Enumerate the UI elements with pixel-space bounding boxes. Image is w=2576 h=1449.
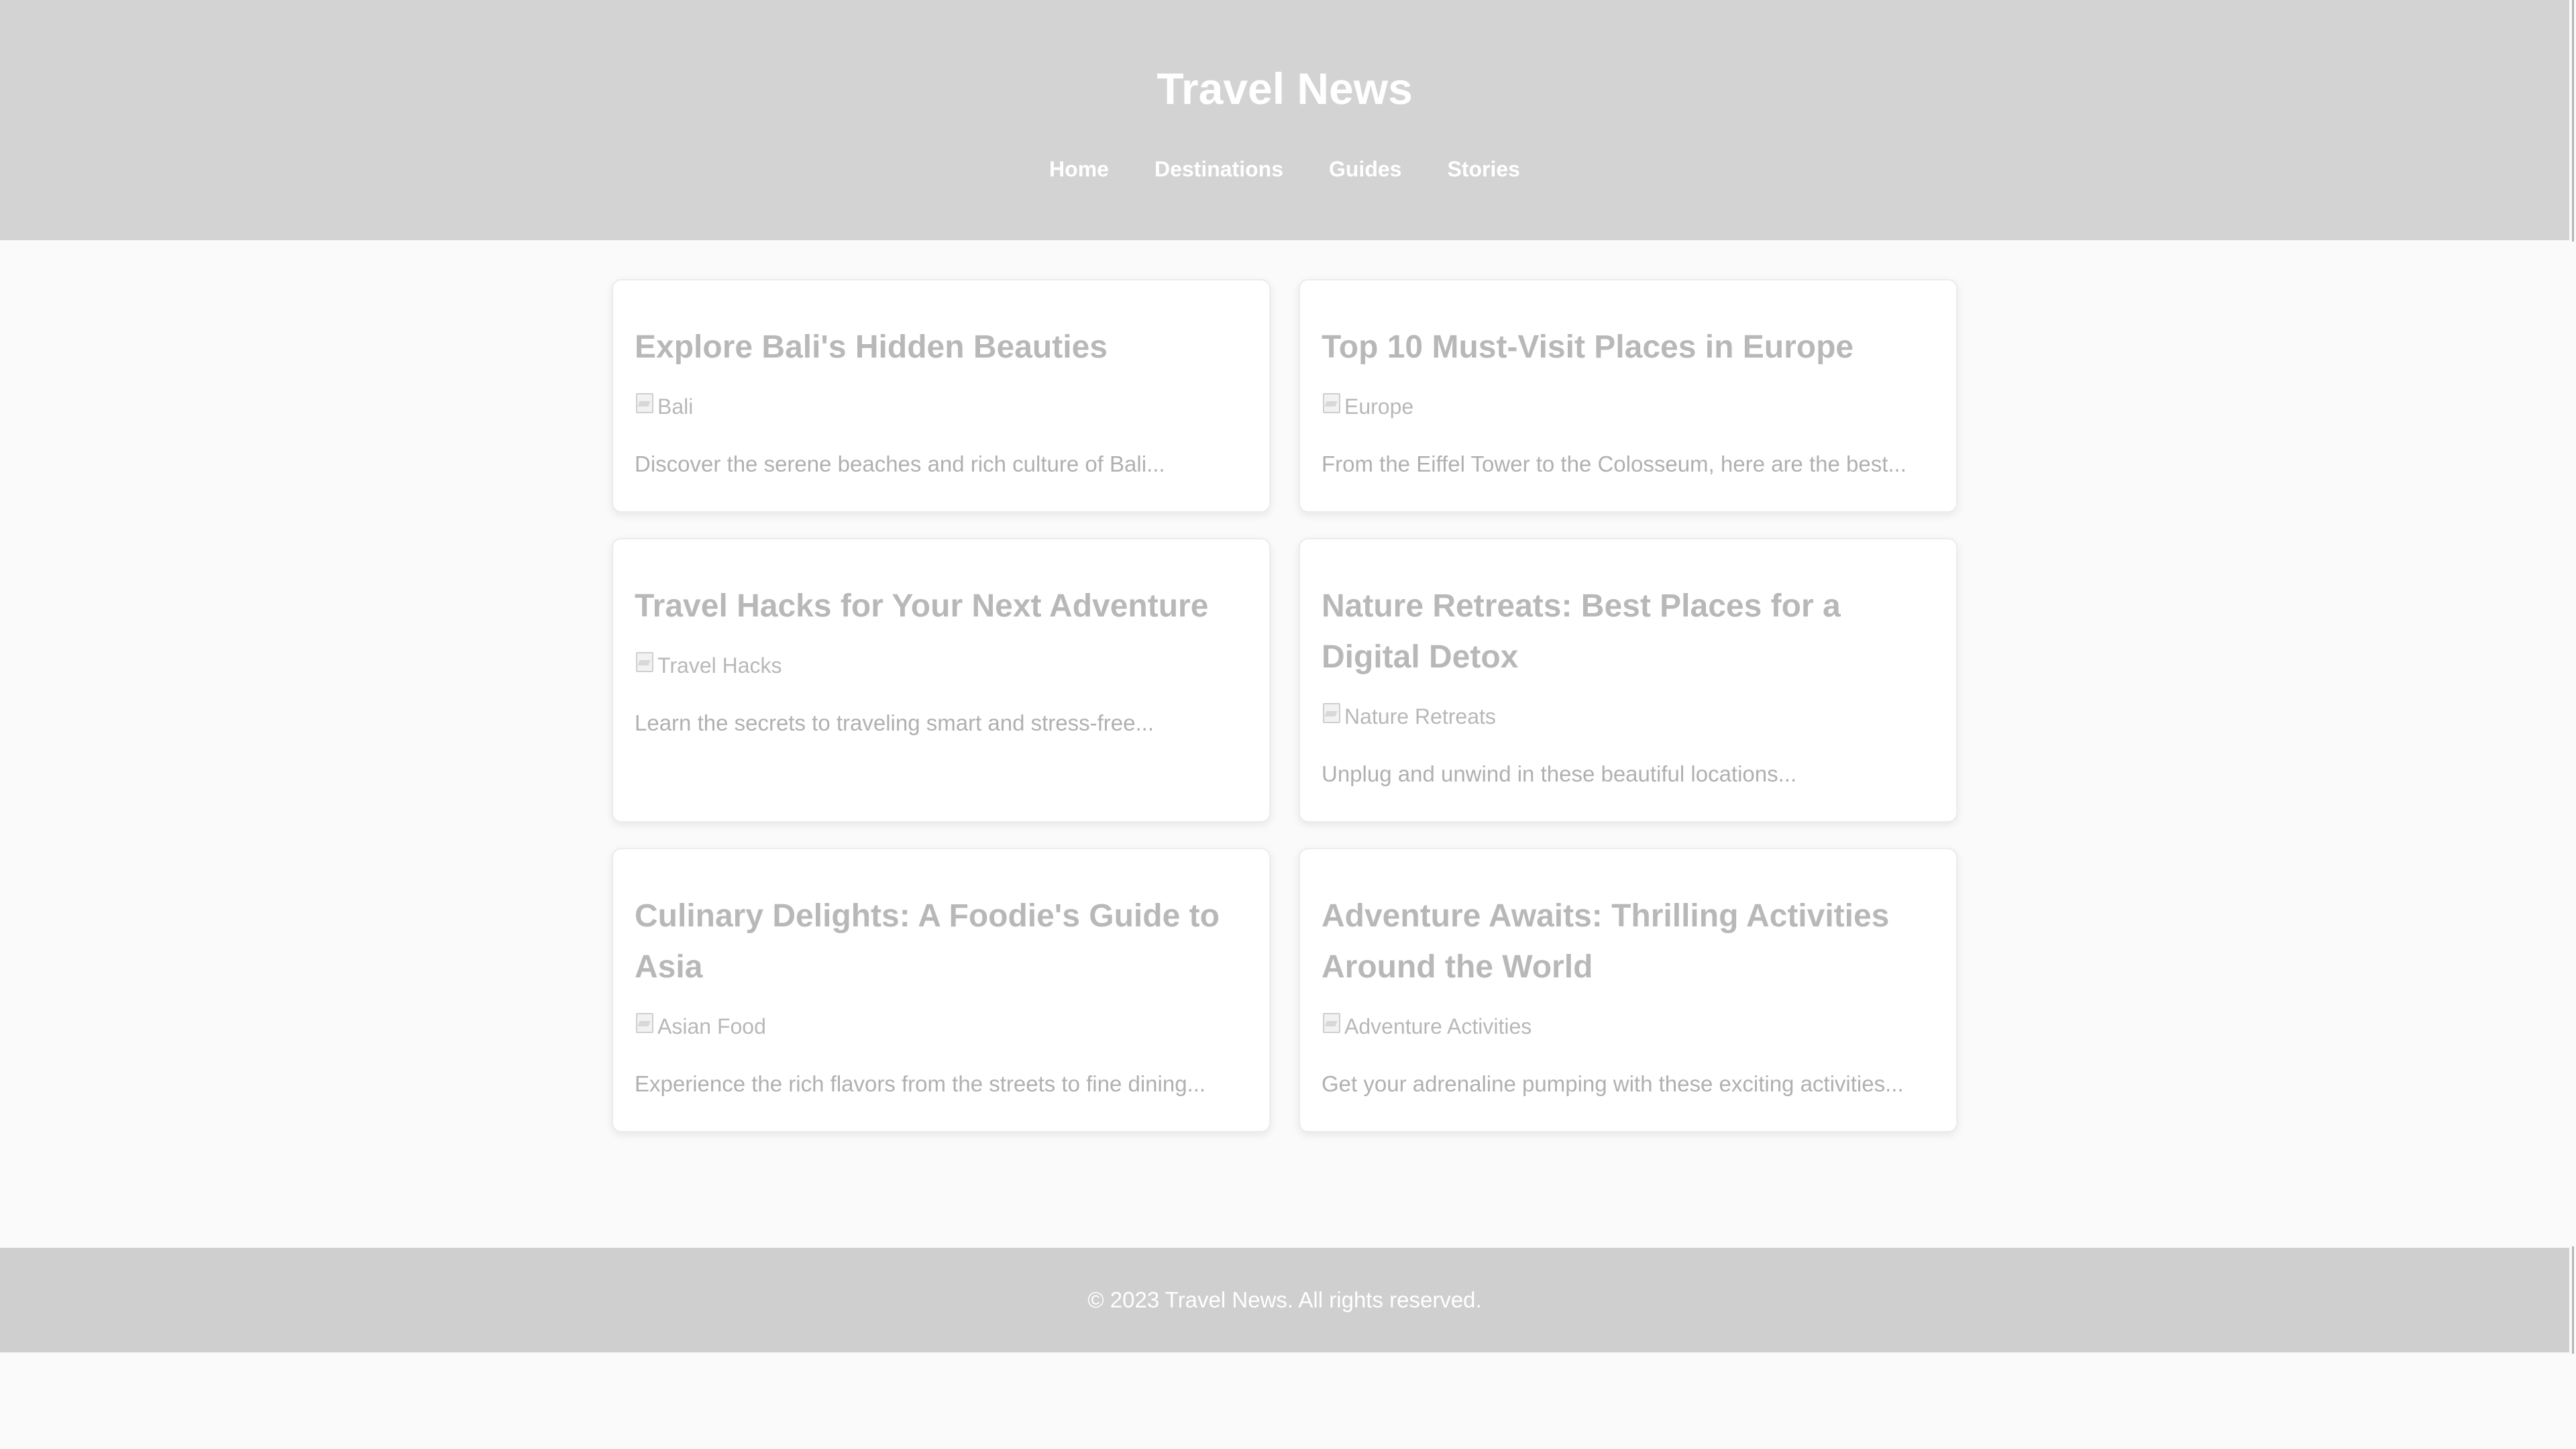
image-alt-text: Nature Retreats	[1344, 704, 1496, 729]
image-alt-text: Adventure Activities	[1344, 1014, 1532, 1038]
article-excerpt: Experience the rich flavors from the str…	[635, 1071, 1206, 1096]
article-image: Europe	[1322, 392, 1935, 421]
article-grid: Explore Bali's Hidden Beauties Bali Disc…	[612, 279, 1957, 1132]
article-card[interactable]: Nature Retreats: Best Places for a Digit…	[1299, 538, 1957, 822]
article-card[interactable]: Culinary Delights: A Foodie's Guide to A…	[612, 848, 1271, 1132]
article-excerpt: Discover the serene beaches and rich cul…	[635, 451, 1165, 476]
article-title[interactable]: Explore Bali's Hidden Beauties	[635, 322, 1248, 373]
broken-image-icon	[1322, 1012, 1342, 1033]
article-image: Nature Retreats	[1322, 702, 1935, 731]
article-title[interactable]: Culinary Delights: A Foodie's Guide to A…	[635, 891, 1248, 993]
site-header: Travel News Home Destinations Guides Sto…	[0, 0, 2569, 240]
article-card[interactable]: Explore Bali's Hidden Beauties Bali Disc…	[612, 279, 1271, 513]
site-title: Travel News	[1157, 64, 1413, 113]
image-alt-text: Travel Hacks	[657, 653, 782, 678]
broken-image-icon	[635, 1012, 655, 1033]
article-card[interactable]: Top 10 Must-Visit Places in Europe Europ…	[1299, 279, 1957, 513]
article-title[interactable]: Adventure Awaits: Thrilling Activities A…	[1322, 891, 1935, 993]
article-image: Bali	[635, 392, 1248, 421]
nav-link-home[interactable]: Home	[1049, 154, 1109, 184]
article-excerpt: Get your adrenaline pumping with these e…	[1322, 1071, 1904, 1096]
image-alt-text: Europe	[1344, 394, 1414, 419]
article-excerpt: Learn the secrets to traveling smart and…	[635, 710, 1155, 735]
article-excerpt: Unplug and unwind in these beautiful loc…	[1322, 761, 1797, 786]
image-alt-text: Bali	[657, 394, 694, 419]
article-image: Asian Food	[635, 1012, 1248, 1041]
main-nav: Home Destinations Guides Stories	[0, 154, 2569, 184]
article-image: Travel Hacks	[635, 651, 1248, 680]
copyright-text: © 2023 Travel News. All rights reserved.	[1087, 1287, 1482, 1312]
image-alt-text: Asian Food	[657, 1014, 766, 1038]
scrollbar-edge	[2572, 1246, 2574, 1354]
article-excerpt: From the Eiffel Tower to the Colosseum, …	[1322, 451, 1907, 476]
scrollbar-edge	[2572, 0, 2574, 241]
nav-link-destinations[interactable]: Destinations	[1155, 154, 1283, 184]
broken-image-icon	[635, 651, 655, 672]
article-card[interactable]: Travel Hacks for Your Next Adventure Tra…	[612, 538, 1271, 822]
article-title[interactable]: Top 10 Must-Visit Places in Europe	[1322, 322, 1935, 373]
nav-link-guides[interactable]: Guides	[1329, 154, 1401, 184]
site-footer: © 2023 Travel News. All rights reserved.	[0, 1248, 2569, 1352]
article-card[interactable]: Adventure Awaits: Thrilling Activities A…	[1299, 848, 1957, 1132]
nav-link-stories[interactable]: Stories	[1447, 154, 1519, 184]
broken-image-icon	[1322, 702, 1342, 723]
article-image: Adventure Activities	[1322, 1012, 1935, 1041]
broken-image-icon	[635, 392, 655, 413]
article-title[interactable]: Travel Hacks for Your Next Adventure	[635, 581, 1248, 632]
broken-image-icon	[1322, 392, 1342, 413]
article-title[interactable]: Nature Retreats: Best Places for a Digit…	[1322, 581, 1935, 683]
